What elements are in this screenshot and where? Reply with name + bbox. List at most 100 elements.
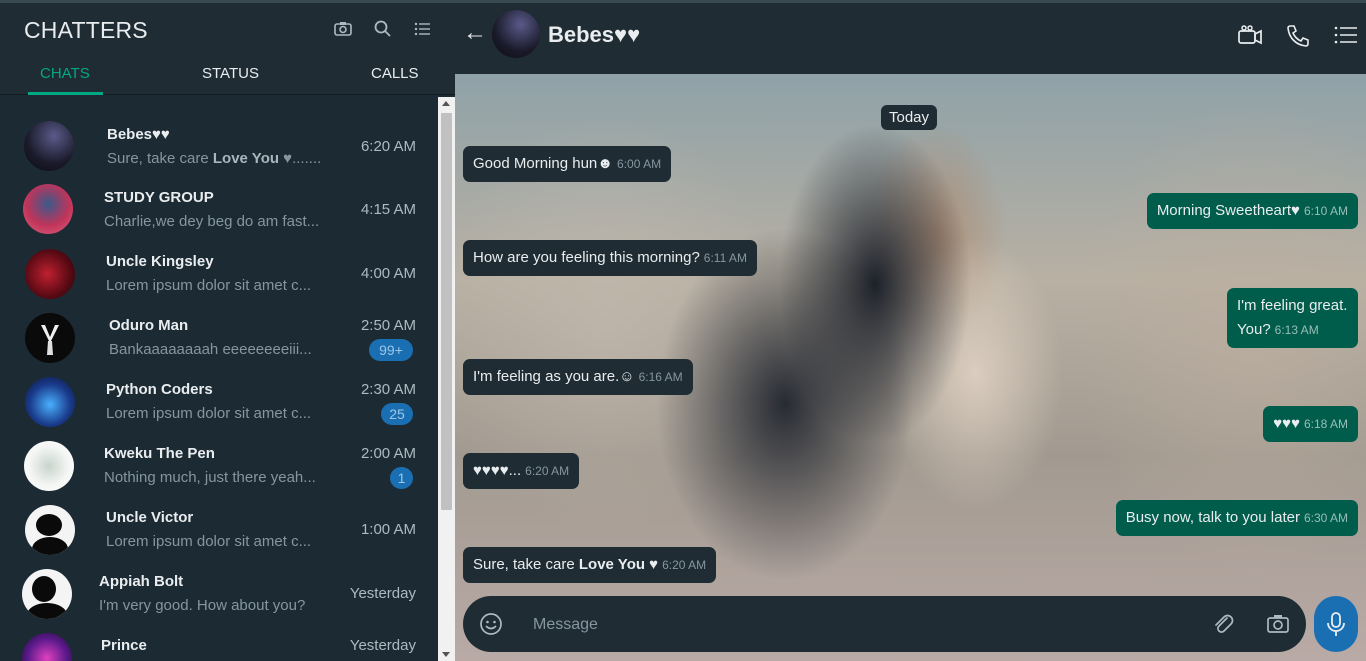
menu-icon[interactable] — [413, 19, 433, 39]
avatar-silhouette-icon — [32, 514, 68, 555]
message-text: I'm feeling great. — [1237, 297, 1348, 314]
chat-time: 2:00 AM — [360, 445, 416, 462]
message-text: ♥ — [645, 556, 659, 573]
message-incoming[interactable]: ♥♥♥♥... 6:20 AM — [463, 453, 580, 489]
active-tab-indicator — [28, 92, 103, 95]
message-text-bold: Love You — [578, 556, 646, 573]
mic-icon — [1327, 612, 1345, 636]
contact-name[interactable]: Bebes♥♥ — [548, 22, 640, 48]
unread-badge: 99+ — [369, 339, 413, 361]
tab-chats[interactable]: CHATS — [40, 65, 90, 82]
emoji-icon[interactable] — [479, 612, 503, 636]
message-text: ♥♥♥ — [1273, 415, 1300, 432]
chat-preview: Lorem ipsum dolor sit amet c... — [106, 277, 312, 294]
chat-preview: Charlie,we dey beg do am fast... — [104, 213, 320, 230]
back-arrow-icon[interactable]: ← — [463, 19, 487, 47]
chat-item-oduro-man[interactable]: Oduro Man Bankaaaaaaaah eeeeeeeeiii... 2… — [0, 305, 438, 369]
chat-item-bebes[interactable]: Bebes♥♥ Sure, take care Love You ♥......… — [0, 113, 438, 177]
chat-name: Python Coders — [106, 381, 213, 398]
chat-preview: Bankaaaaaaaah eeeeeeeeiii... — [109, 341, 312, 358]
chat-name: STUDY GROUP — [104, 189, 214, 206]
message-time: 6:30 AM — [1303, 511, 1348, 525]
scroll-down-arrow-icon[interactable] — [442, 652, 450, 657]
chat-preview: Nothing much, just there yeah... — [104, 469, 316, 486]
avatar — [25, 377, 75, 427]
chat-time: 2:30 AM — [360, 381, 416, 398]
mic-button[interactable] — [1314, 596, 1358, 652]
avatar — [25, 313, 75, 363]
chat-time: Yesterday — [349, 637, 416, 654]
avatar — [24, 121, 74, 171]
chat-preview: I'm very good. How about you? — [99, 597, 306, 614]
avatar-suit-icon — [41, 325, 59, 355]
chat-preview: Sure, take care Love You ♥....... — [107, 150, 322, 167]
chat-item-appiah-bolt[interactable]: Appiah Bolt I'm very good. How about you… — [0, 561, 438, 625]
message-incoming[interactable]: Sure, take care Love You ♥ 6:20 AM — [463, 547, 717, 583]
message-time: 6:10 AM — [1303, 204, 1348, 218]
menu-icon[interactable] — [1333, 23, 1359, 47]
avatar — [22, 633, 72, 661]
message-time: 6:11 AM — [703, 251, 747, 265]
tab-calls[interactable]: CALLS — [371, 65, 419, 82]
search-icon[interactable] — [373, 19, 393, 39]
message-text: I'm feeling as you are.☺ — [473, 368, 635, 385]
left-header: CHATTERS CHATS STATUS CALLS — [0, 3, 455, 95]
chat-time: 1:00 AM — [360, 521, 416, 538]
message-incoming[interactable]: I'm feeling as you are.☺ 6:16 AM — [463, 359, 693, 395]
app-title: CHATTERS — [24, 17, 148, 43]
avatar — [25, 249, 75, 299]
message-outgoing[interactable]: ♥♥♥ 6:18 AM — [1263, 406, 1358, 442]
chat-item-python-coders[interactable]: Python Coders Lorem ipsum dolor sit amet… — [0, 369, 438, 433]
conversation-panel: ← Bebes♥♥ Today Good Morning hun☻6:00 A — [455, 3, 1366, 661]
chat-name: Appiah Bolt — [99, 573, 184, 590]
message-time: 6:20 AM — [525, 464, 570, 478]
chat-item-uncle-kingsley[interactable]: Uncle Kingsley Lorem ipsum dolor sit ame… — [0, 241, 438, 305]
message-text: Sure, take care — [473, 556, 579, 573]
message-incoming[interactable]: How are you feeling this morning? 6:11 AM — [463, 240, 757, 276]
chat-item-prince[interactable]: Prince Yesterday — [0, 625, 438, 661]
chat-name: Oduro Man — [109, 317, 189, 334]
day-separator: Today — [881, 105, 938, 130]
chat-list-panel: CHATTERS CHATS STATUS CALLS Bebes♥♥ Sure… — [0, 3, 455, 661]
avatar — [23, 184, 73, 234]
avatar — [24, 441, 74, 491]
message-outgoing[interactable]: Busy now, talk to you later 6:30 AM — [1115, 500, 1358, 536]
message-text: You? — [1237, 321, 1271, 338]
unread-badge: 25 — [381, 403, 413, 425]
chat-item-uncle-victor[interactable]: Uncle Victor Lorem ipsum dolor sit amet … — [0, 497, 438, 561]
message-time: 6:16 AM — [638, 370, 683, 384]
scrollbar-thumb[interactable] — [441, 113, 452, 510]
app-window: CHATTERS CHATS STATUS CALLS Bebes♥♥ Sure… — [0, 0, 1366, 661]
camera-icon[interactable] — [333, 19, 353, 39]
conversation-background: Today Good Morning hun☻ 6:00 AM Morning S… — [455, 74, 1366, 661]
message-time: 6:18 AM — [1303, 417, 1348, 431]
chat-item-kweku-the-pen[interactable]: Kweku The Pen Nothing much, just there y… — [0, 433, 438, 497]
message-input[interactable] — [533, 614, 1133, 636]
chat-time: 2:50 AM — [360, 317, 416, 334]
chat-list: Bebes♥♥ Sure, take care Love You ♥......… — [0, 97, 438, 661]
message-text: Morning Sweetheart♥ — [1156, 202, 1300, 219]
avatar-silhouette-icon — [27, 576, 67, 619]
chat-time: 4:15 AM — [360, 201, 416, 218]
attach-icon[interactable] — [1211, 612, 1235, 636]
message-time: 6:20 AM — [662, 558, 707, 572]
conversation-header: ← Bebes♥♥ — [455, 3, 1366, 74]
avatar — [22, 569, 72, 619]
tab-status[interactable]: STATUS — [202, 65, 259, 82]
chat-preview: Lorem ipsum dolor sit amet c... — [106, 533, 312, 550]
video-call-icon[interactable] — [1237, 23, 1263, 47]
chat-time: Yesterday — [349, 585, 416, 602]
phone-icon[interactable] — [1285, 23, 1311, 47]
chat-preview: Lorem ipsum dolor sit amet c... — [106, 405, 312, 422]
chat-list-scrollbar[interactable] — [438, 97, 455, 661]
message-time: 6:00 AM — [617, 157, 662, 171]
message-text: How are you feeling this morning? — [473, 249, 700, 266]
scroll-up-arrow-icon[interactable] — [442, 101, 450, 106]
message-outgoing[interactable]: Morning Sweetheart♥ 6:10 AM — [1146, 193, 1358, 229]
chat-item-study-group[interactable]: STUDY GROUP Charlie,we dey beg do am fas… — [0, 177, 438, 241]
message-incoming[interactable]: Good Morning hun☻ 6:00 AM — [463, 146, 672, 182]
message-outgoing[interactable]: I'm feeling great. You? 6:13 AM — [1227, 288, 1358, 348]
camera-icon[interactable] — [1266, 613, 1290, 635]
chat-name: Uncle Kingsley — [106, 253, 214, 270]
contact-avatar[interactable] — [492, 10, 540, 58]
